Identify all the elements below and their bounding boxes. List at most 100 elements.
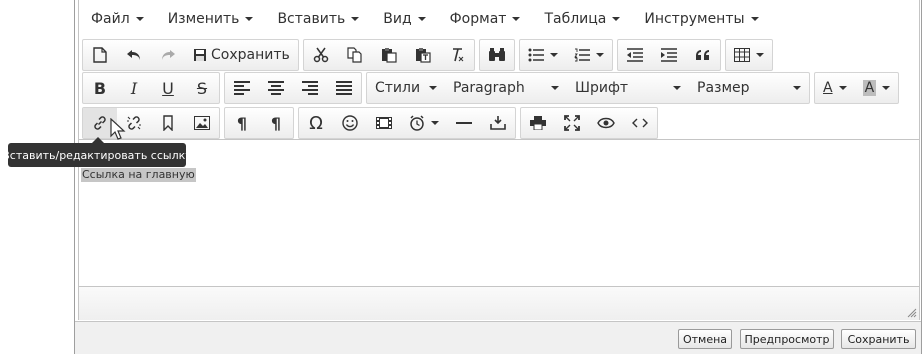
omega-icon: Ω bbox=[309, 112, 323, 134]
resize-handle-icon[interactable] bbox=[907, 308, 917, 318]
find-replace-button[interactable] bbox=[480, 40, 514, 70]
numbered-list-button[interactable] bbox=[566, 40, 612, 70]
menu-tools[interactable]: Инструменты bbox=[638, 6, 764, 32]
source-code-button[interactable] bbox=[623, 108, 657, 138]
insert-media-button[interactable] bbox=[367, 108, 401, 138]
save-button[interactable]: Сохранить bbox=[185, 40, 298, 70]
print-button[interactable] bbox=[521, 108, 555, 138]
chevron-down-icon bbox=[512, 17, 521, 21]
menu-table[interactable]: Таблица bbox=[538, 6, 626, 32]
numbered-list-icon bbox=[573, 48, 590, 62]
emoticons-button[interactable] bbox=[333, 108, 367, 138]
font-dropdown-label: Шрифт bbox=[575, 80, 629, 96]
table-button[interactable] bbox=[726, 40, 772, 70]
find-replace-icon bbox=[488, 48, 505, 61]
blockquote-button[interactable] bbox=[686, 40, 720, 70]
insert-image-button[interactable] bbox=[185, 108, 219, 138]
format-dropdown[interactable]: Paragraph bbox=[445, 73, 567, 103]
table-icon bbox=[733, 48, 750, 62]
preview-button-footer[interactable]: Предпросмотр bbox=[740, 329, 834, 349]
size-dropdown[interactable]: Размер bbox=[689, 73, 809, 103]
bullet-list-button[interactable] bbox=[520, 40, 566, 70]
menu-table-label: Таблица bbox=[544, 11, 607, 27]
text-style-group: B I U S bbox=[82, 72, 220, 104]
strikethrough-button[interactable]: S bbox=[185, 73, 219, 103]
history-group: Сохранить bbox=[82, 39, 299, 71]
bookmark-icon bbox=[163, 115, 173, 131]
undo-button[interactable] bbox=[117, 40, 151, 70]
new-document-button[interactable] bbox=[83, 40, 117, 70]
bold-button[interactable]: B bbox=[83, 73, 117, 103]
background-color-button[interactable]: A bbox=[855, 73, 899, 103]
clock-icon bbox=[410, 115, 424, 131]
ltr-button[interactable]: ¶ bbox=[225, 108, 259, 138]
menu-insert[interactable]: Вставить bbox=[271, 6, 365, 32]
menu-format[interactable]: Формат bbox=[444, 6, 527, 32]
align-right-button[interactable] bbox=[293, 73, 327, 103]
editor-dialog: Файл Изменить Вставить Вид Формат Таблиц… bbox=[74, 0, 922, 354]
insert-group bbox=[82, 107, 220, 139]
page-break-button[interactable] bbox=[481, 108, 515, 138]
menu-file[interactable]: Файл bbox=[85, 6, 150, 32]
menu-edit[interactable]: Изменить bbox=[162, 6, 260, 32]
menubar: Файл Изменить Вставить Вид Формат Таблиц… bbox=[79, 4, 919, 34]
mouse-cursor-icon bbox=[110, 118, 126, 140]
underline-button[interactable]: U bbox=[151, 73, 185, 103]
text-color-icon: A bbox=[823, 80, 833, 96]
chevron-down-icon bbox=[429, 86, 437, 90]
paragraph-mark-icon: ¶ bbox=[270, 113, 282, 133]
selected-link-text[interactable]: Ссылка на главную bbox=[81, 168, 196, 182]
align-justify-button[interactable] bbox=[327, 73, 361, 103]
outdent-button[interactable] bbox=[618, 40, 652, 70]
format-dropdowns-group: Стили Paragraph Шрифт Размер bbox=[366, 72, 810, 104]
font-dropdown[interactable]: Шрифт bbox=[567, 73, 689, 103]
media-icon bbox=[376, 117, 392, 129]
chevron-down-icon bbox=[135, 17, 144, 21]
list-group bbox=[518, 39, 613, 71]
copy-button[interactable] bbox=[338, 40, 372, 70]
menu-view[interactable]: Вид bbox=[377, 6, 431, 32]
paste-button[interactable] bbox=[372, 40, 406, 70]
fullscreen-button[interactable] bbox=[555, 108, 589, 138]
text-color-button[interactable]: A bbox=[815, 73, 855, 103]
save-dialog-button[interactable]: Сохранить bbox=[841, 329, 916, 349]
strikethrough-icon: S bbox=[196, 78, 208, 98]
underline-icon: U bbox=[162, 78, 174, 98]
redo-button[interactable] bbox=[151, 40, 185, 70]
align-left-button[interactable] bbox=[225, 73, 259, 103]
menu-insert-label: Вставить bbox=[277, 11, 346, 27]
styles-dropdown[interactable]: Стили bbox=[367, 73, 445, 103]
insert-datetime-button[interactable] bbox=[401, 108, 447, 138]
background-color-icon: A bbox=[862, 80, 877, 96]
insert-icon bbox=[490, 116, 506, 130]
copy-icon bbox=[347, 47, 362, 63]
eye-icon bbox=[597, 117, 615, 129]
clear-format-icon bbox=[452, 48, 464, 62]
anchor-button[interactable] bbox=[151, 108, 185, 138]
cut-button[interactable] bbox=[304, 40, 338, 70]
rtl-button[interactable]: ¶ bbox=[259, 108, 293, 138]
indent-button[interactable] bbox=[652, 40, 686, 70]
menu-file-label: Файл bbox=[91, 11, 130, 27]
chevron-down-icon bbox=[838, 86, 847, 90]
cancel-button[interactable]: Отмена bbox=[678, 329, 732, 349]
align-justify-icon bbox=[336, 81, 352, 95]
preview-button[interactable] bbox=[589, 108, 623, 138]
new-document-icon bbox=[93, 47, 107, 63]
align-center-button[interactable] bbox=[259, 73, 293, 103]
menu-format-label: Формат bbox=[449, 11, 507, 27]
dialog-footer: Отмена Предпросмотр Сохранить bbox=[75, 321, 921, 354]
chevron-down-icon bbox=[431, 121, 439, 125]
paste-text-icon bbox=[415, 48, 431, 63]
content-area[interactable]: Ссылка на главную bbox=[79, 139, 919, 287]
horizontal-rule-icon bbox=[456, 122, 472, 124]
align-left-icon bbox=[234, 81, 250, 95]
special-char-button[interactable]: Ω bbox=[299, 108, 333, 138]
clear-format-button[interactable] bbox=[440, 40, 474, 70]
paste-text-button[interactable] bbox=[406, 40, 440, 70]
italic-button[interactable]: I bbox=[117, 73, 151, 103]
chevron-down-icon bbox=[755, 53, 764, 57]
menu-edit-label: Изменить bbox=[167, 11, 240, 27]
horizontal-rule-button[interactable] bbox=[447, 108, 481, 138]
bullet-list-icon bbox=[528, 48, 544, 62]
